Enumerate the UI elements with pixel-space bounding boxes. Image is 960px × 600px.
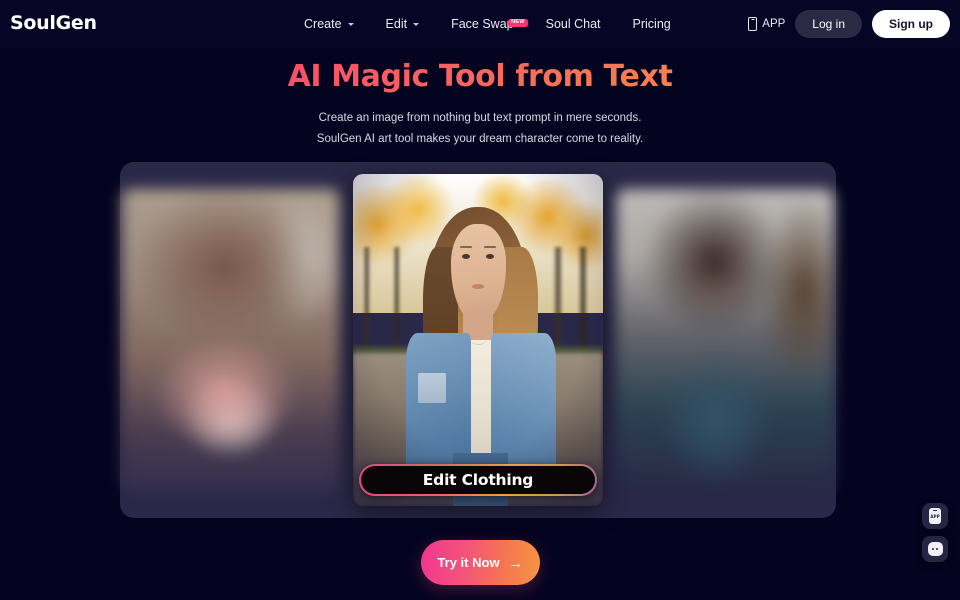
login-button[interactable]: Log in bbox=[795, 9, 862, 38]
nav-item-create-label: Create bbox=[304, 16, 342, 31]
chat-bubble-icon bbox=[927, 542, 943, 556]
floating-action-stack: APP bbox=[922, 503, 948, 562]
nav-item-pricing-label: Pricing bbox=[632, 16, 671, 31]
phone-app-icon: APP bbox=[929, 508, 941, 524]
nav-item-soul-chat[interactable]: Soul Chat bbox=[530, 17, 617, 31]
page-root: SoulGen Create Edit Face Swap NEW Soul C… bbox=[0, 0, 960, 600]
new-badge: NEW bbox=[508, 18, 528, 27]
nav-item-face-swap-label: Face Swap bbox=[451, 16, 514, 31]
carousel-slide-left-image bbox=[122, 189, 340, 491]
app-download-label: APP bbox=[762, 17, 786, 30]
carousel-slide-right[interactable] bbox=[616, 189, 834, 491]
floating-chat-button[interactable] bbox=[922, 536, 948, 562]
chevron-down-icon bbox=[347, 23, 354, 26]
nav-item-soul-chat-label: Soul Chat bbox=[545, 16, 601, 31]
signup-button[interactable]: Sign up bbox=[872, 9, 950, 38]
page-title: AI Magic Tool from Text bbox=[0, 58, 960, 96]
try-it-now-label: Try it Now bbox=[437, 555, 500, 570]
edit-clothing-button-label: Edit Clothing bbox=[360, 465, 596, 495]
nav-item-create[interactable]: Create bbox=[288, 17, 370, 31]
primary-nav-links: Create Edit Face Swap NEW Soul Chat Pric… bbox=[288, 0, 687, 47]
carousel-slide-right-image bbox=[616, 189, 834, 491]
try-it-now-button[interactable]: Try it Now → bbox=[420, 540, 540, 585]
nav-item-edit[interactable]: Edit bbox=[370, 17, 436, 31]
chevron-down-icon bbox=[413, 23, 420, 26]
hero-subtitle: Create an image from nothing but text pr… bbox=[0, 108, 960, 151]
feature-carousel: Edit Clothing bbox=[120, 162, 836, 518]
nav-item-edit-label: Edit bbox=[385, 16, 408, 31]
nav-item-face-swap[interactable]: Face Swap NEW bbox=[435, 17, 530, 31]
arrow-right-icon: → bbox=[508, 554, 523, 571]
floating-app-button[interactable]: APP bbox=[922, 503, 948, 529]
hero-subtitle-line-2: SoulGen AI art tool makes your dream cha… bbox=[316, 132, 644, 145]
nav-item-pricing[interactable]: Pricing bbox=[617, 17, 687, 31]
brand-logo[interactable]: SoulGen bbox=[10, 12, 97, 34]
phone-icon bbox=[748, 16, 758, 31]
edit-clothing-button[interactable]: Edit Clothing bbox=[359, 464, 597, 496]
top-navigation-bar: SoulGen Create Edit Face Swap NEW Soul C… bbox=[0, 0, 960, 47]
hero-section: AI Magic Tool from Text Create an image … bbox=[0, 58, 960, 150]
carousel-slide-center-image bbox=[353, 174, 603, 506]
app-download-link[interactable]: APP bbox=[748, 16, 786, 31]
hero-subtitle-line-1: Create an image from nothing but text pr… bbox=[318, 111, 642, 124]
nav-actions: APP Log in Sign up bbox=[748, 0, 950, 47]
carousel-slide-center[interactable]: Edit Clothing bbox=[353, 174, 603, 506]
carousel-slide-left[interactable] bbox=[122, 189, 340, 491]
cta-section: Try it Now → bbox=[0, 540, 960, 585]
